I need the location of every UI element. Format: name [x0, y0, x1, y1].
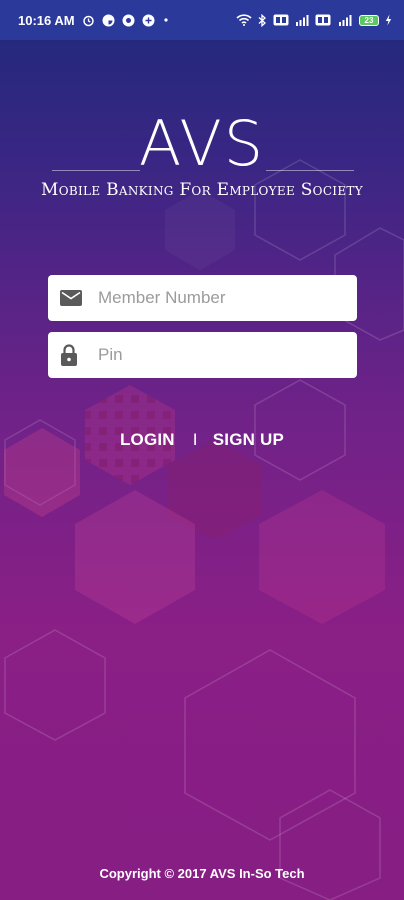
- logo-divider-left: [52, 170, 140, 171]
- signal-icon: [295, 14, 309, 26]
- copyright-text: Copyright © 2017 AVS In-So Tech: [99, 866, 305, 881]
- notification-icon: [102, 14, 115, 27]
- member-number-field[interactable]: [48, 275, 357, 321]
- dot-icon: [162, 16, 170, 24]
- charging-icon: [385, 14, 392, 26]
- auth-actions: LOGIN I SIGN UP: [0, 430, 404, 450]
- wifi-icon: [236, 14, 252, 26]
- battery-indicator: 23: [359, 14, 379, 26]
- member-number-input[interactable]: [96, 287, 340, 309]
- alarm-icon: [82, 14, 95, 27]
- lock-icon: [60, 344, 78, 366]
- email-icon: [60, 290, 82, 306]
- pin-input[interactable]: [96, 344, 340, 366]
- app-icon-2: [142, 14, 155, 27]
- hd-icon-2: [315, 14, 331, 26]
- brand-subtitle: Mobile Banking For Employee Society: [41, 180, 363, 200]
- pin-field[interactable]: [48, 332, 357, 378]
- login-button[interactable]: LOGIN: [120, 430, 175, 450]
- actions-separator: I: [192, 430, 198, 449]
- status-bar: 10:16 AM 23: [0, 0, 404, 40]
- signup-button[interactable]: SIGN UP: [213, 430, 284, 450]
- clock-time: 10:16 AM: [18, 12, 75, 28]
- hd-icon: [273, 14, 289, 26]
- logo-divider-right: [266, 170, 354, 171]
- bluetooth-icon: [258, 13, 267, 27]
- signal-4g-icon: [337, 14, 353, 26]
- app-icon: [122, 14, 135, 27]
